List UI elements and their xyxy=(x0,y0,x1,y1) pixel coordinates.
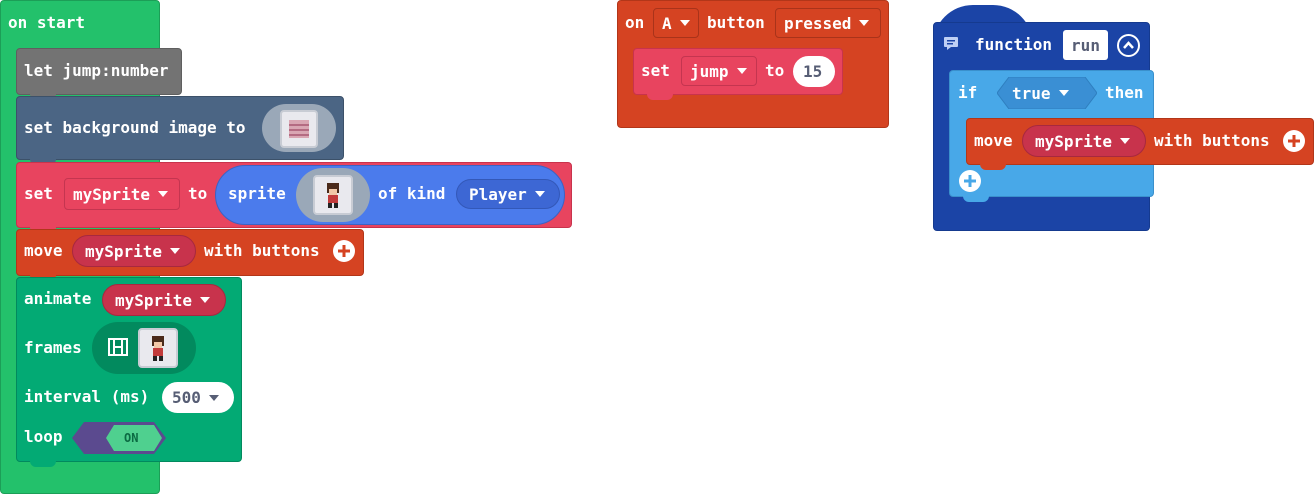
function-name-input[interactable]: run xyxy=(1063,30,1108,60)
function-label: function xyxy=(975,35,1053,54)
sprite-kind-value: Player xyxy=(469,184,527,204)
sprite-variable-dropdown[interactable]: mySprite xyxy=(64,178,180,210)
loop-toggle[interactable] xyxy=(72,422,166,454)
interval-label: interval (ms) xyxy=(24,387,150,406)
function-move-label: move xyxy=(974,131,1013,150)
loop-label: loop xyxy=(24,427,63,446)
chevron-down-icon xyxy=(859,20,870,26)
chevron-down-icon xyxy=(200,297,211,303)
jump-value: 15 xyxy=(803,62,823,81)
film-strip-icon xyxy=(108,338,128,356)
sprite-create-label: sprite xyxy=(228,184,286,203)
expand-plus-icon[interactable] xyxy=(333,240,355,262)
animate-sprite-variable-dropdown[interactable]: mySprite xyxy=(102,284,226,316)
chevron-down-icon xyxy=(679,20,690,26)
button-event-value: pressed xyxy=(784,13,852,33)
set-jump-set-label: set xyxy=(641,61,670,80)
condition-value: true xyxy=(1012,83,1051,103)
move-sprite-variable-value: mySprite xyxy=(85,241,163,261)
interval-value: 500 xyxy=(172,388,201,407)
with-buttons-label: with buttons xyxy=(204,241,320,260)
button-label: button xyxy=(707,13,765,32)
expand-plus-icon[interactable] xyxy=(1283,130,1305,152)
chevron-down-icon xyxy=(736,68,747,74)
chevron-down-icon xyxy=(1120,138,1131,144)
animate-label: animate xyxy=(24,289,92,308)
chevron-down-icon xyxy=(208,394,219,401)
frames-label: frames xyxy=(24,338,82,357)
chevron-down-icon xyxy=(1058,90,1069,96)
set-jump-to-label: to xyxy=(765,61,785,80)
comment-icon[interactable] xyxy=(943,35,959,50)
jump-value-input[interactable]: 15 xyxy=(793,56,835,87)
controller-button-value: A xyxy=(662,13,672,33)
condition-dropdown[interactable]: true xyxy=(1012,83,1084,103)
set-background-label: set background image to xyxy=(24,118,246,137)
add-else-plus-icon[interactable] xyxy=(959,170,981,192)
sprite-variable-value: mySprite xyxy=(73,184,151,204)
let-statement-label: let jump:number xyxy=(24,61,169,80)
controller-button-dropdown[interactable]: A xyxy=(653,8,699,38)
animate-sprite-variable-value: mySprite xyxy=(115,290,193,310)
function-name-value: run xyxy=(1071,35,1100,55)
then-label: then xyxy=(1105,83,1144,102)
collapse-chevron-up-icon[interactable] xyxy=(1117,34,1140,57)
function-with-buttons-label: with buttons xyxy=(1154,131,1270,150)
if-label: if xyxy=(958,83,978,102)
move-sprite-variable-dropdown[interactable]: mySprite xyxy=(72,235,196,267)
block-notch xyxy=(963,196,989,202)
set-sprite-set-label: set xyxy=(24,184,53,203)
jump-variable-dropdown[interactable]: jump xyxy=(681,56,757,86)
jump-variable-value: jump xyxy=(690,61,729,81)
block-notch xyxy=(30,461,56,467)
chevron-down-icon xyxy=(158,191,169,197)
player-sprite-icon[interactable] xyxy=(313,175,353,215)
image-thumbnail-icon[interactable] xyxy=(280,110,318,148)
block-notch xyxy=(647,94,673,100)
sprite-kind-dropdown[interactable]: Player xyxy=(456,179,560,209)
on-label: on xyxy=(625,13,645,32)
move-label: move xyxy=(24,241,63,260)
function-move-variable-value: mySprite xyxy=(1035,131,1113,151)
set-sprite-to-label: to xyxy=(188,184,208,203)
on-start-label: on start xyxy=(8,13,86,32)
chevron-down-icon xyxy=(170,248,181,254)
function-move-variable-dropdown[interactable]: mySprite xyxy=(1022,125,1146,157)
loop-toggle-value: ON xyxy=(124,431,139,445)
of-kind-label: of kind xyxy=(378,184,446,203)
interval-input[interactable]: 500 xyxy=(162,382,234,413)
block-notch xyxy=(980,164,1006,170)
chevron-down-icon xyxy=(534,191,545,197)
button-event-dropdown[interactable]: pressed xyxy=(775,8,881,38)
animation-frame-thumbnail[interactable] xyxy=(138,328,178,368)
